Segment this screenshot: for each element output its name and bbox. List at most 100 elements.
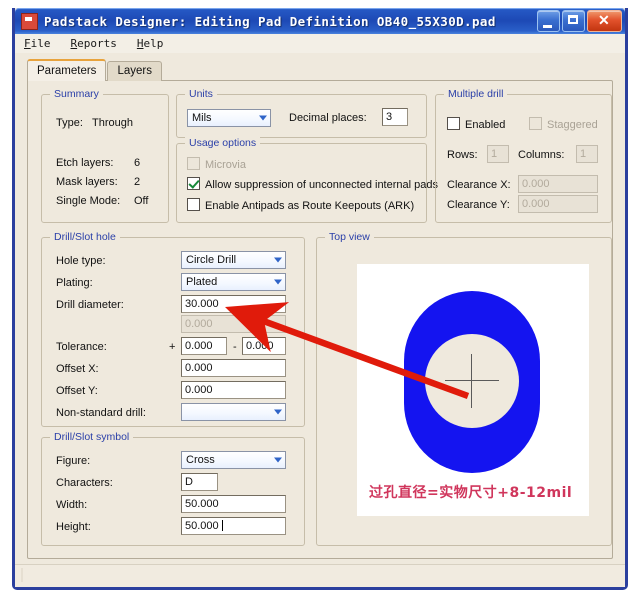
multiple-drill-group: Multiple drill Enabled Staggered Rows: 1…: [435, 94, 612, 223]
crosshair-horizontal: [445, 380, 499, 381]
parameters-panel: Summary Type: Through Etch layers: 6 Mas…: [27, 80, 613, 559]
summary-group: Summary Type: Through Etch layers: 6 Mas…: [41, 94, 169, 223]
nonstandard-drill-select[interactable]: [181, 403, 286, 421]
summary-type-label: Type:: [56, 117, 83, 130]
chevron-down-icon: [274, 258, 282, 263]
offset-x-input[interactable]: 0.000: [181, 359, 286, 377]
figure-select[interactable]: Cross: [181, 451, 286, 469]
plating-value: Plated: [186, 276, 217, 288]
drill-diameter-input[interactable]: 30.000: [181, 295, 286, 313]
tolerance-plus-input[interactable]: 0.000: [181, 337, 227, 355]
chevron-down-icon: [274, 458, 282, 463]
maximize-button[interactable]: [562, 10, 585, 32]
usage-options-group: Usage options Microvia Allow suppression…: [176, 143, 427, 223]
statusbar: [15, 564, 625, 587]
offset-x-value: 0.000: [185, 362, 213, 374]
top-view-canvas[interactable]: 过孔直径=实物尺寸+8-12mil: [357, 264, 589, 516]
clearance-x-input[interactable]: 0.000: [518, 175, 598, 193]
multiple-drill-enabled-checkbox[interactable]: [447, 117, 460, 130]
characters-value: D: [185, 476, 193, 488]
minimize-icon: [543, 25, 552, 28]
tolerance-plus-value: 0.000: [185, 340, 213, 352]
menu-file-label: ile: [31, 37, 51, 50]
chevron-down-icon: [274, 410, 282, 415]
columns-input[interactable]: 1: [576, 145, 598, 163]
allow-suppression-checkbox[interactable]: [187, 177, 200, 190]
tolerance-separator: -: [233, 341, 237, 354]
tolerance-label: Tolerance:: [56, 341, 107, 354]
drill-diameter-secondary-input[interactable]: 0.000: [181, 315, 286, 333]
chevron-down-icon: [259, 116, 267, 121]
app-screenshot: Padstack Designer: Editing Pad Definitio…: [0, 0, 640, 607]
microvia-checkbox[interactable]: [187, 157, 200, 170]
symbol-width-label: Width:: [56, 499, 87, 512]
top-view-group: Top view 过孔直径=实物尺寸+8-12mil: [316, 237, 612, 546]
padstack-designer-window: Padstack Designer: Editing Pad Definitio…: [12, 8, 628, 590]
units-select[interactable]: Mils: [187, 109, 271, 127]
rows-label: Rows:: [447, 149, 478, 162]
symbol-height-input[interactable]: 50.000: [181, 517, 286, 535]
drill-slot-symbol-group: Drill/Slot symbol Figure: Cross Characte…: [41, 437, 305, 546]
hole-type-value: Circle Drill: [186, 254, 236, 266]
drill-diameter-secondary-value: 0.000: [185, 318, 213, 330]
symbol-width-input[interactable]: 50.000: [181, 495, 286, 513]
clearance-y-label: Clearance Y:: [447, 199, 510, 212]
clearance-y-input[interactable]: 0.000: [518, 195, 598, 213]
top-view-legend: Top view: [325, 231, 374, 243]
drill-slot-symbol-legend: Drill/Slot symbol: [50, 431, 133, 443]
staggered-label: Staggered: [547, 119, 598, 132]
usage-options-legend: Usage options: [185, 137, 260, 149]
summary-singlemode-label: Single Mode:: [56, 195, 120, 208]
menu-help-label: elp: [144, 37, 164, 50]
decimal-places-label: Decimal places:: [289, 112, 367, 125]
summary-legend: Summary: [50, 88, 103, 100]
rows-input[interactable]: 1: [487, 145, 509, 163]
hole-type-select[interactable]: Circle Drill: [181, 251, 286, 269]
tolerance-minus-input[interactable]: 0.000: [242, 337, 286, 355]
staggered-checkbox[interactable]: [529, 117, 542, 130]
summary-etch-label: Etch layers:: [56, 157, 113, 170]
drill-diameter-value: 30.000: [185, 298, 219, 310]
tolerance-minus-value: 0.000: [246, 340, 274, 352]
summary-mask-value: 2: [134, 176, 140, 189]
client-area: Parameters Layers Summary Type: Through …: [15, 53, 625, 565]
symbol-height-value: 50.000: [185, 520, 219, 532]
offset-y-input[interactable]: 0.000: [181, 381, 286, 399]
decimal-places-value: 3: [386, 111, 392, 123]
app-icon: [21, 13, 38, 30]
rows-value: 1: [491, 148, 497, 160]
menubar: File Reports Help: [15, 34, 625, 54]
close-button[interactable]: ✕: [587, 10, 622, 32]
minimize-button[interactable]: [537, 10, 560, 32]
menu-file[interactable]: File: [21, 36, 54, 51]
maximize-icon: [568, 15, 578, 24]
tab-parameters[interactable]: Parameters: [27, 59, 106, 81]
window-title: Padstack Designer: Editing Pad Definitio…: [44, 14, 496, 29]
characters-label: Characters:: [56, 477, 113, 490]
units-group: Units Mils Decimal places: 3: [176, 94, 427, 138]
tab-layers[interactable]: Layers: [107, 61, 162, 81]
chevron-down-icon: [274, 280, 282, 285]
drill-hole-shape: [425, 334, 519, 428]
plating-select[interactable]: Plated: [181, 273, 286, 291]
offset-x-label: Offset X:: [56, 363, 99, 376]
via-diameter-note: 过孔直径=实物尺寸+8-12mil: [369, 482, 572, 502]
summary-mask-label: Mask layers:: [56, 176, 118, 189]
menu-help[interactable]: Help: [134, 36, 167, 51]
figure-value: Cross: [186, 454, 215, 466]
drill-slot-hole-legend: Drill/Slot hole: [50, 231, 120, 243]
multiple-drill-legend: Multiple drill: [444, 88, 507, 100]
hole-type-label: Hole type:: [56, 255, 106, 268]
multiple-drill-enabled-label: Enabled: [465, 119, 505, 132]
offset-y-label: Offset Y:: [56, 385, 98, 398]
decimal-places-input[interactable]: 3: [382, 108, 408, 126]
microvia-label: Microvia: [205, 159, 246, 172]
antipads-keepouts-checkbox[interactable]: [187, 198, 200, 211]
clearance-y-value: 0.000: [522, 198, 550, 210]
drill-slot-hole-group: Drill/Slot hole Hole type: Circle Drill …: [41, 237, 305, 427]
characters-input[interactable]: D: [181, 473, 218, 491]
clearance-x-label: Clearance X:: [447, 179, 511, 192]
clearance-x-value: 0.000: [522, 178, 550, 190]
columns-label: Columns:: [518, 149, 564, 162]
menu-reports[interactable]: Reports: [68, 36, 120, 51]
